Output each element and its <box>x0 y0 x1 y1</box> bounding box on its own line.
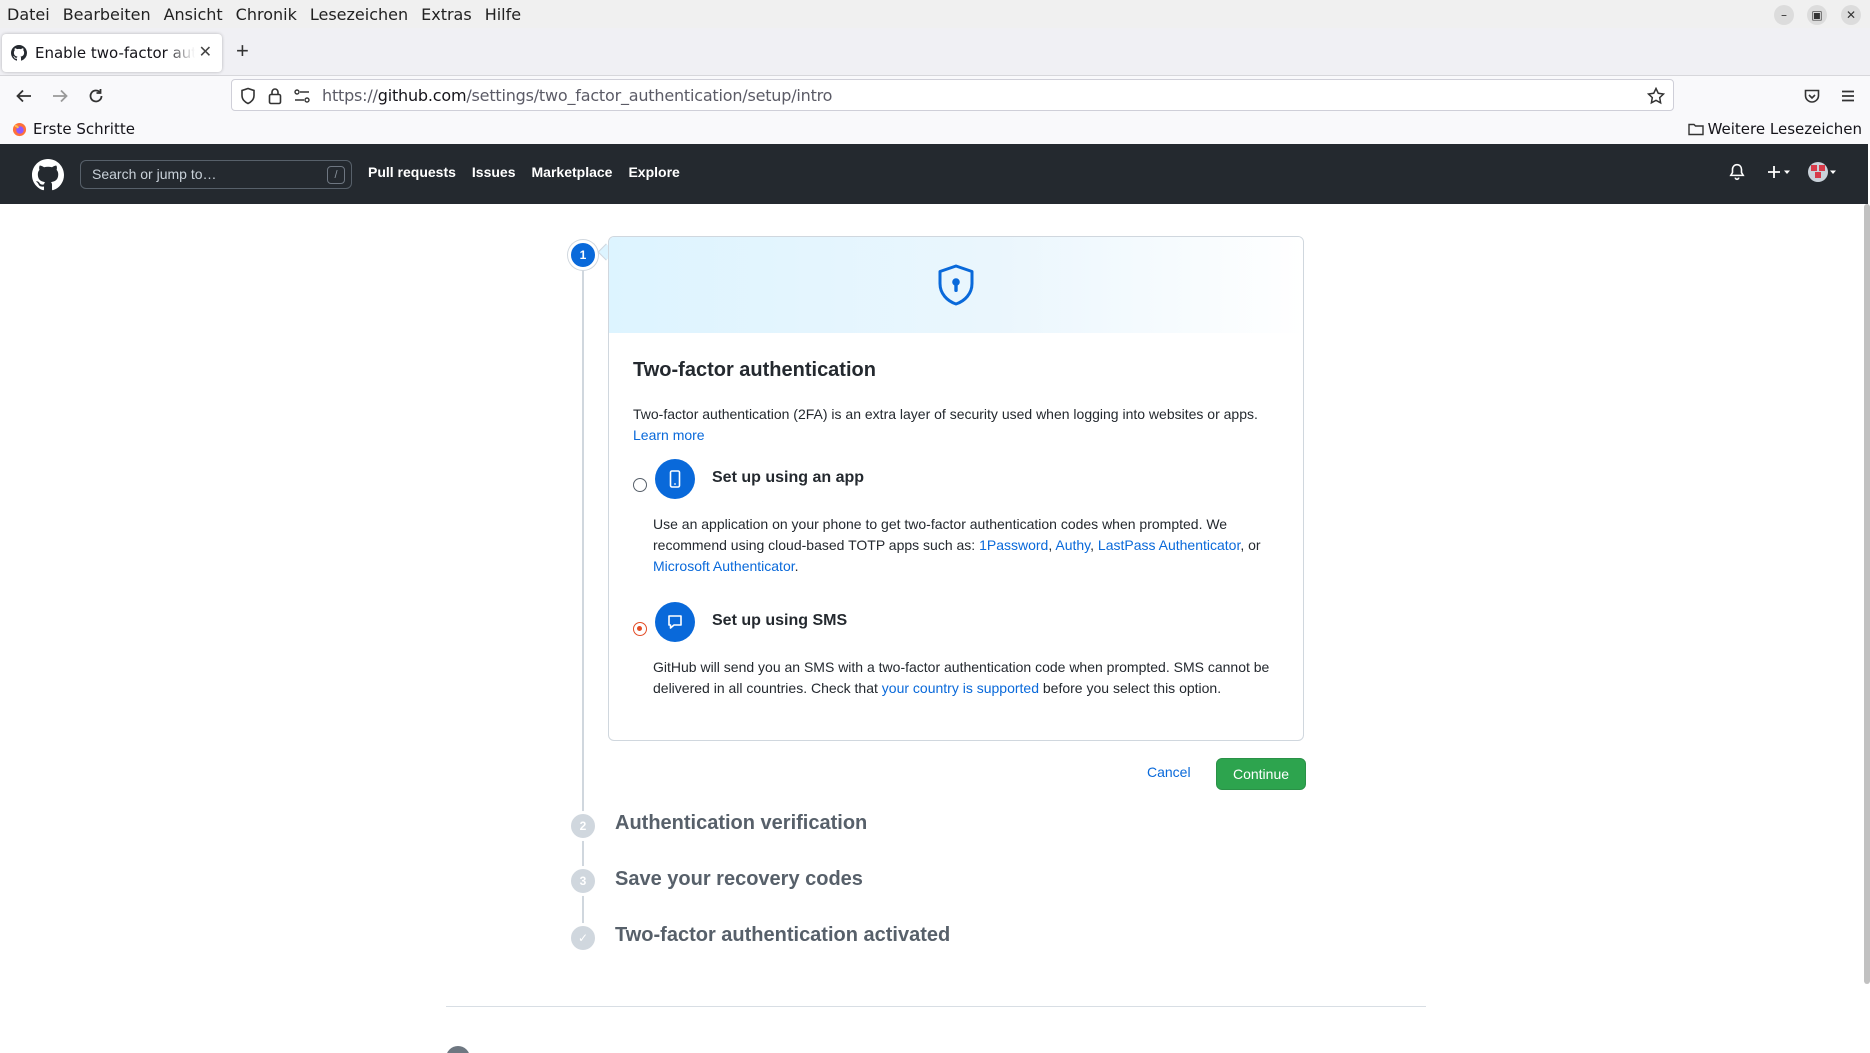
two-factor-intro-card: Two-factor authentication Two-factor aut… <box>608 236 1304 741</box>
step-2-title: Authentication verification <box>615 812 868 834</box>
step-4-check-icon: ✓ <box>568 923 598 953</box>
caret-down-icon <box>1784 170 1790 174</box>
github-logo-icon[interactable] <box>32 159 64 196</box>
bookmark-label: Erste Schritte <box>33 120 135 138</box>
page-scrollbar[interactable] <box>1864 204 1870 984</box>
browser-navbar: https://github.com/settings/two_factor_a… <box>0 76 1870 116</box>
plus-icon <box>1768 166 1780 178</box>
app-radio[interactable] <box>633 478 647 492</box>
minimize-window-button[interactable]: – <box>1774 5 1794 25</box>
step-3-title: Save your recovery codes <box>615 868 863 890</box>
create-new-dropdown[interactable] <box>1766 164 1792 180</box>
app-sep: , <box>1090 537 1098 553</box>
sms-message-icon <box>655 602 695 642</box>
menu-bearbeiten[interactable]: Bearbeiten <box>63 5 151 24</box>
menu-extras[interactable]: Extras <box>421 5 472 24</box>
nav-marketplace[interactable]: Marketplace <box>532 164 613 180</box>
link-1password[interactable]: 1Password <box>979 537 1048 553</box>
browser-tab-active[interactable]: Enable two-factor authentication ✕ <box>2 34 222 72</box>
card-title: Two-factor authentication <box>633 359 876 381</box>
github-header: Search or jump to… / Pull requests Issue… <box>0 144 1868 204</box>
card-description: Two-factor authentication (2FA) is an ex… <box>633 404 1273 446</box>
shield-lock-icon <box>938 264 974 306</box>
browser-tabbar: Enable two-factor authentication ✕ + <box>0 28 1870 76</box>
folder-icon <box>1687 123 1704 136</box>
bookmark-star-icon[interactable] <box>1647 87 1665 105</box>
other-bookmarks-label: Weitere Lesezeichen <box>1707 120 1862 138</box>
url-text[interactable]: https://github.com/settings/two_factor_a… <box>322 86 832 105</box>
link-microsoft-authenticator[interactable]: Microsoft Authenticator <box>653 558 795 574</box>
footer-github-logo-icon[interactable] <box>446 1046 470 1053</box>
app-option-description: Use an application on your phone to get … <box>653 514 1283 577</box>
footer-divider <box>446 1006 1426 1007</box>
reload-icon[interactable] <box>84 84 108 108</box>
sms-desc-end: before you select this option. <box>1039 680 1222 696</box>
new-tab-icon[interactable]: + <box>236 38 249 64</box>
nav-explore[interactable]: Explore <box>628 164 679 180</box>
step-1-badge: 1 <box>568 240 598 270</box>
lock-icon[interactable] <box>268 87 282 105</box>
close-tab-icon[interactable]: ✕ <box>199 42 212 61</box>
bookmarks-bar: Erste Schritte Weitere Lesezeichen <box>0 116 1870 144</box>
tab-title: Enable two-factor authentication <box>35 44 195 62</box>
search-placeholder: Search or jump to… <box>92 166 217 182</box>
link-lastpass-authenticator[interactable]: LastPass Authenticator <box>1098 537 1240 553</box>
close-window-button[interactable]: ✕ <box>1841 5 1861 25</box>
user-menu-dropdown[interactable] <box>1808 162 1838 182</box>
notification-bell-icon[interactable] <box>1728 163 1746 181</box>
caret-down-icon <box>1830 170 1836 174</box>
bookmark-erste-schritte[interactable]: Erste Schritte <box>12 120 135 138</box>
back-icon[interactable] <box>12 84 36 108</box>
browser-menubar: Datei Bearbeiten Ansicht Chronik Lesezei… <box>0 0 1870 28</box>
menu-chronik[interactable]: Chronik <box>236 5 297 24</box>
github-search-input[interactable]: Search or jump to… / <box>80 160 352 189</box>
phone-icon <box>655 459 695 499</box>
url-domain: github.com <box>377 86 467 105</box>
hamburger-menu-icon[interactable] <box>1836 84 1860 108</box>
step-4-title: Two-factor authentication activated <box>615 924 951 946</box>
card-hero-banner <box>609 237 1303 333</box>
cancel-button[interactable]: Cancel <box>1147 764 1191 780</box>
card-description-text: Two-factor authentication (2FA) is an ex… <box>633 406 1258 422</box>
nav-pull-requests[interactable]: Pull requests <box>368 164 456 180</box>
restore-window-button[interactable]: ▣ <box>1807 5 1827 25</box>
search-shortcut-key: / <box>327 166 345 184</box>
link-authy[interactable]: Authy <box>1055 537 1090 553</box>
nav-issues[interactable]: Issues <box>472 164 516 180</box>
continue-button[interactable]: Continue <box>1216 758 1306 790</box>
avatar <box>1808 162 1828 182</box>
url-prefix: https:// <box>322 86 378 105</box>
menu-hilfe[interactable]: Hilfe <box>485 5 521 24</box>
menu-ansicht[interactable]: Ansicht <box>164 5 223 24</box>
app-sep: , or <box>1240 537 1261 553</box>
app-desc-end: . <box>794 558 799 574</box>
firefox-icon <box>12 122 27 136</box>
app-option-title: Set up using an app <box>712 469 865 486</box>
github-favicon-icon <box>11 45 27 61</box>
menu-lesezeichen[interactable]: Lesezeichen <box>310 5 408 24</box>
url-path: /settings/two_factor_authentication/setu… <box>466 86 833 105</box>
step-2-badge: 2 <box>568 811 598 841</box>
github-header-actions <box>1728 162 1838 182</box>
learn-more-link[interactable]: Learn more <box>633 427 705 443</box>
other-bookmarks[interactable]: Weitere Lesezeichen <box>1687 120 1862 138</box>
sms-option-title: Set up using SMS <box>712 612 848 629</box>
permissions-icon[interactable] <box>294 89 310 103</box>
sms-option-description: GitHub will send you an SMS with a two-f… <box>653 657 1283 699</box>
sms-radio[interactable] <box>633 622 647 636</box>
pocket-icon[interactable] <box>1800 84 1824 108</box>
forward-icon[interactable] <box>48 84 72 108</box>
menu-datei[interactable]: Datei <box>7 5 50 24</box>
url-bar[interactable]: https://github.com/settings/two_factor_a… <box>231 79 1674 111</box>
step-3-badge: 3 <box>568 866 598 896</box>
country-supported-link[interactable]: your country is supported <box>882 680 1039 696</box>
tracking-shield-icon[interactable] <box>240 87 256 105</box>
github-primary-nav: Pull requests Issues Marketplace Explore <box>368 164 696 180</box>
